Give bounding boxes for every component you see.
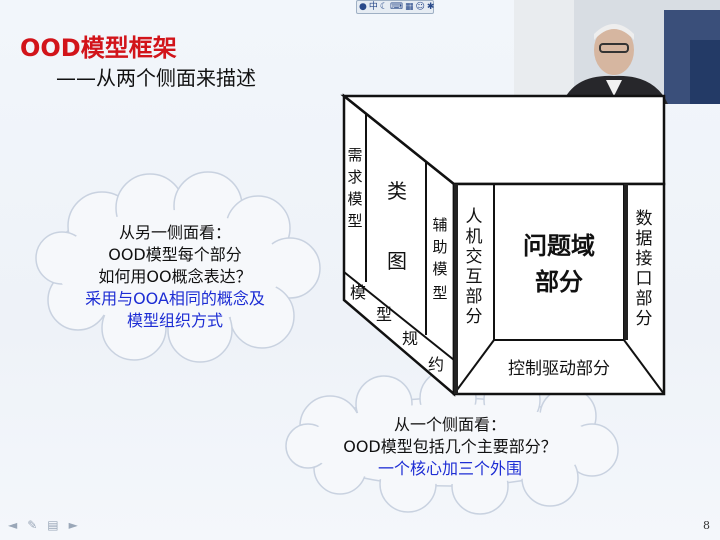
svg-text:分: 分 <box>636 309 653 329</box>
control-driver-label: 控制驱动部分 <box>508 359 610 379</box>
core-label-line1: 问题域 <box>523 232 595 260</box>
svg-text:机: 机 <box>466 227 483 247</box>
prev-arrow-icon[interactable]: ◄ <box>8 518 17 532</box>
menu-icon[interactable]: ▤ <box>47 518 58 532</box>
svg-text:模: 模 <box>350 283 366 302</box>
svg-text:模: 模 <box>432 260 447 278</box>
next-arrow-icon[interactable]: ► <box>69 518 78 532</box>
core-label-line2: 部分 <box>535 268 583 296</box>
page-number: 8 <box>703 519 710 532</box>
svg-text:辅: 辅 <box>432 216 447 234</box>
svg-text:助: 助 <box>432 238 447 256</box>
cloud-bottom-line: OOD模型包括几个主要部分？ <box>343 437 557 456</box>
svg-text:型: 型 <box>376 305 392 324</box>
svg-text:规: 规 <box>402 329 418 348</box>
cloud-left-line: 如何用OO概念表达？ <box>98 267 252 286</box>
cloud-left-line: 从另一侧面看： <box>118 223 231 242</box>
svg-text:部: 部 <box>636 289 653 309</box>
cloud-bottom-text: 从一个侧面看： OOD模型包括几个主要部分？ 一个核心加三个外围 <box>305 414 595 480</box>
svg-text:接: 接 <box>636 249 653 269</box>
svg-text:模: 模 <box>347 190 362 208</box>
cloud-bottom-line: 从一个侧面看： <box>393 415 506 434</box>
svg-text:型: 型 <box>347 212 362 230</box>
svg-text:类: 类 <box>387 179 407 203</box>
cloud-left-answer: 采用与OOA相同的概念及 <box>85 289 265 308</box>
svg-text:互: 互 <box>466 267 483 287</box>
svg-text:口: 口 <box>636 269 653 289</box>
svg-text:约: 约 <box>428 355 444 374</box>
svg-text:型: 型 <box>432 284 447 302</box>
svg-text:人: 人 <box>466 207 483 227</box>
svg-text:交: 交 <box>466 247 483 267</box>
cloud-left-text: 从另一侧面看： OOD模型每个部分 如何用OO概念表达？ 采用与OOA相同的概念… <box>70 222 280 332</box>
cloud-left-answer: 模型组织方式 <box>126 311 223 330</box>
framework-box <box>340 93 666 397</box>
svg-text:需: 需 <box>347 146 362 164</box>
svg-text:据: 据 <box>636 229 653 249</box>
data-interface-label: 数 据 接 口 部 分 <box>636 209 653 329</box>
svg-text:数: 数 <box>636 209 653 229</box>
svg-text:求: 求 <box>347 168 362 186</box>
svg-text:部: 部 <box>466 287 483 307</box>
cloud-bottom-answer: 一个核心加三个外围 <box>377 459 522 478</box>
cloud-left-line: OOD模型每个部分 <box>108 245 242 264</box>
pen-icon[interactable]: ✎ <box>27 518 37 532</box>
svg-text:图: 图 <box>387 249 407 273</box>
hci-label: 人 机 交 互 部 分 <box>466 207 483 327</box>
svg-text:分: 分 <box>466 307 483 327</box>
slideshow-nav: ◄ ✎ ▤ ► <box>8 518 78 532</box>
